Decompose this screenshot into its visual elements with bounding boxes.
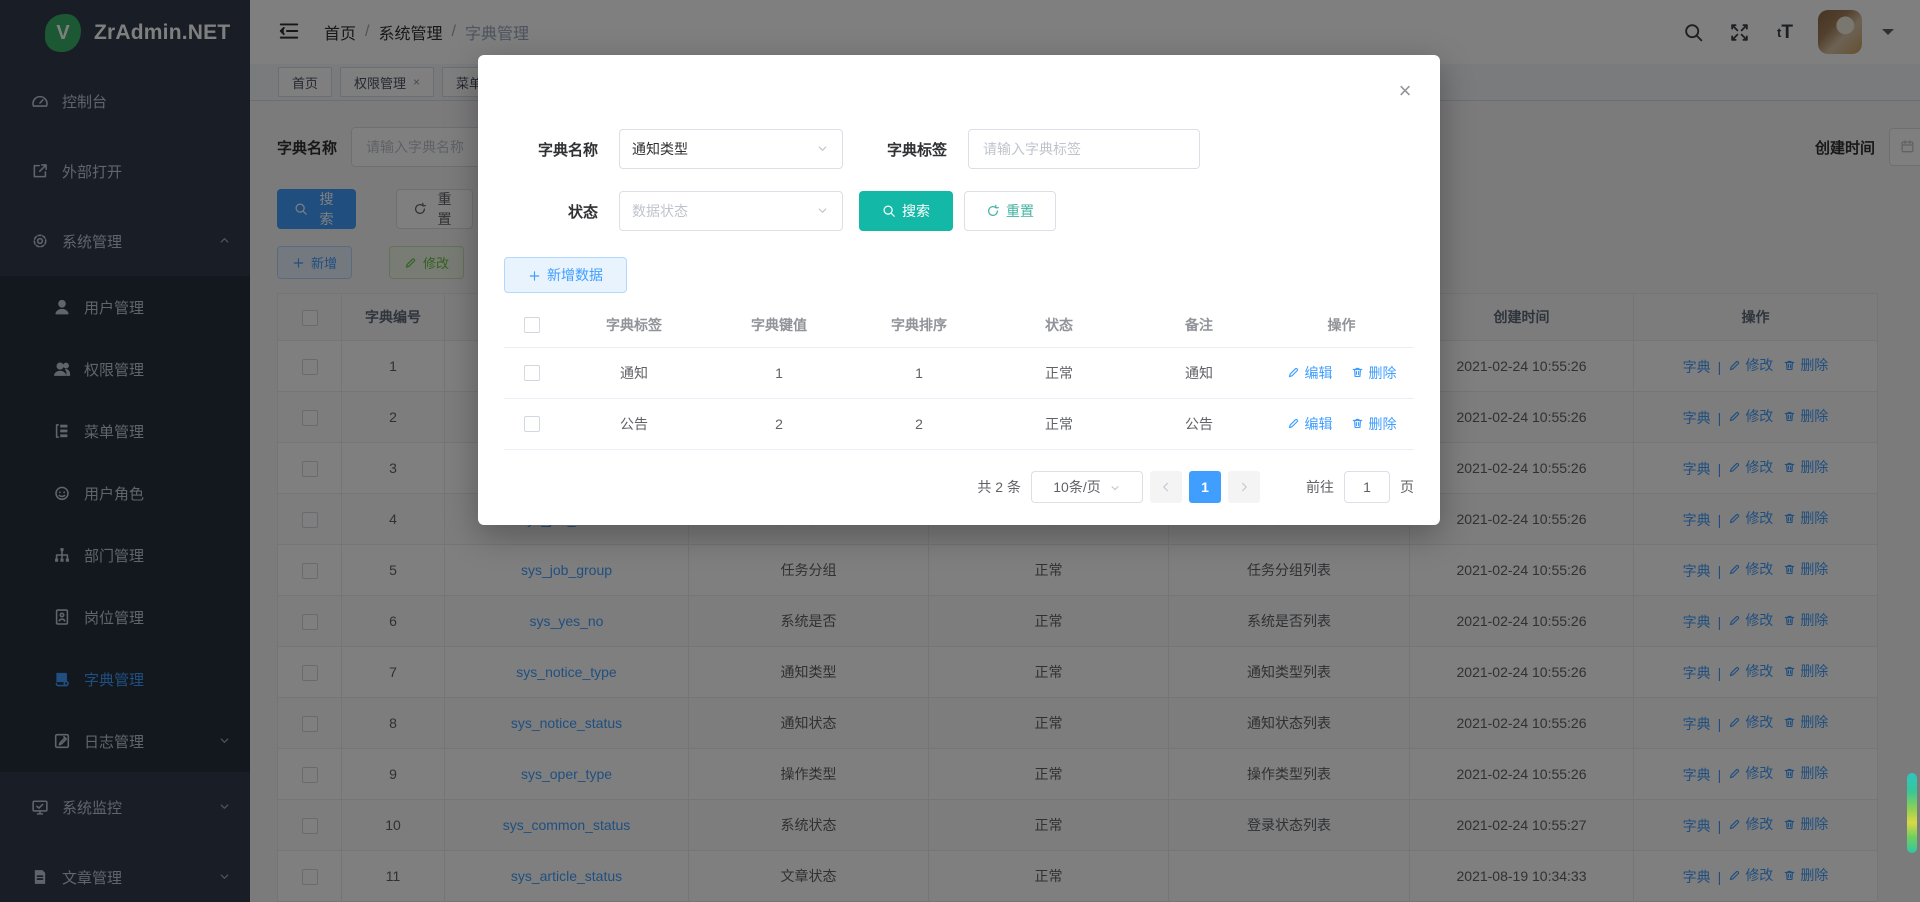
modal-delete-link[interactable]: 删除	[1351, 414, 1397, 434]
chevron-down-icon	[816, 204, 830, 218]
modal-header-cell: 状态	[989, 303, 1129, 347]
page-size-select[interactable]: 10条/页	[1031, 471, 1143, 503]
goto-page: 前往 页	[1306, 471, 1414, 503]
chevron-left-icon	[1160, 481, 1172, 493]
prev-page-button[interactable]	[1150, 471, 1182, 503]
data-sort-cell: 2	[849, 398, 989, 449]
goto-label: 前往	[1306, 477, 1334, 497]
modal-dict-name-label: 字典名称	[504, 139, 598, 160]
modal-table-row: 通知 1 1 正常 通知 编辑删除	[504, 347, 1414, 398]
modal-dict-label-input[interactable]	[968, 129, 1200, 169]
goto-page-input[interactable]	[1344, 471, 1390, 503]
modal-row-checkbox[interactable]	[524, 416, 540, 432]
data-label-cell: 公告	[559, 398, 709, 449]
scrollbar-thumb[interactable]	[1907, 773, 1917, 853]
search-icon	[882, 204, 896, 218]
modal-search-button[interactable]: 搜索	[859, 191, 953, 231]
modal-header-cell: 字典键值	[709, 303, 849, 347]
modal-table-header-row: 字典标签字典键值字典排序状态备注操作	[504, 303, 1414, 347]
data-status-cell: 正常	[989, 347, 1129, 398]
next-page-button[interactable]	[1228, 471, 1260, 503]
modal-filter-row-1: 字典名称 通知类型 字典标签	[504, 55, 1414, 169]
modal-header-cell: 操作	[1269, 303, 1414, 347]
modal-dict-name-select[interactable]: 通知类型	[619, 129, 843, 169]
modal-table-row: 公告 2 2 正常 公告 编辑删除	[504, 398, 1414, 449]
data-remark-cell: 通知	[1129, 347, 1269, 398]
chevron-right-icon	[1238, 481, 1250, 493]
pencil-icon	[1287, 417, 1300, 430]
page-scrollbar[interactable]	[1906, 0, 1918, 902]
modal-reset-button[interactable]: 重置	[964, 191, 1056, 231]
data-sort-cell: 1	[849, 347, 989, 398]
page-unit-label: 页	[1400, 477, 1414, 497]
modal-edit-link[interactable]: 编辑	[1287, 414, 1333, 434]
modal-header-cell: 备注	[1129, 303, 1269, 347]
modal-edit-link[interactable]: 编辑	[1287, 363, 1333, 383]
trash-icon	[1351, 366, 1364, 379]
modal-header-cell: 字典标签	[559, 303, 709, 347]
pencil-icon	[1287, 366, 1300, 379]
modal-status-select[interactable]: 数据状态	[619, 191, 843, 231]
modal-header-cell: 字典排序	[849, 303, 989, 347]
chevron-down-icon	[1109, 481, 1121, 493]
modal-dict-label-label: 字典标签	[859, 139, 947, 160]
modal-row-actions: 编辑删除	[1269, 347, 1414, 398]
data-value-cell: 2	[709, 398, 849, 449]
refresh-icon	[986, 204, 1000, 218]
page-number-1[interactable]: 1	[1189, 471, 1221, 503]
close-icon[interactable]: ×	[1394, 81, 1416, 103]
modal-add-data-button[interactable]: 新增数据	[504, 257, 627, 293]
data-remark-cell: 公告	[1129, 398, 1269, 449]
data-status-cell: 正常	[989, 398, 1129, 449]
modal-filter-row-2: 状态 数据状态 搜索 重置	[504, 191, 1414, 231]
modal-select-all-cell	[504, 303, 559, 347]
pagination: 共 2 条 10条/页 1 前往 页	[504, 471, 1414, 503]
plus-icon	[528, 269, 541, 282]
dict-data-table: 字典标签字典键值字典排序状态备注操作 通知 1 1 正常 通知 编辑删除 公告 …	[504, 303, 1414, 450]
modal-row-checkbox[interactable]	[524, 365, 540, 381]
modal-status-label: 状态	[504, 201, 598, 222]
dict-data-dialog: × 字典名称 通知类型 字典标签 状态 数据状态 搜索 重置 新增数据	[478, 55, 1440, 525]
chevron-down-icon	[816, 142, 830, 156]
data-label-cell: 通知	[559, 347, 709, 398]
data-value-cell: 1	[709, 347, 849, 398]
pagination-total: 共 2 条	[977, 477, 1021, 497]
modal-delete-link[interactable]: 删除	[1351, 363, 1397, 383]
modal-row-actions: 编辑删除	[1269, 398, 1414, 449]
modal-select-all-checkbox[interactable]	[524, 317, 540, 333]
trash-icon	[1351, 417, 1364, 430]
